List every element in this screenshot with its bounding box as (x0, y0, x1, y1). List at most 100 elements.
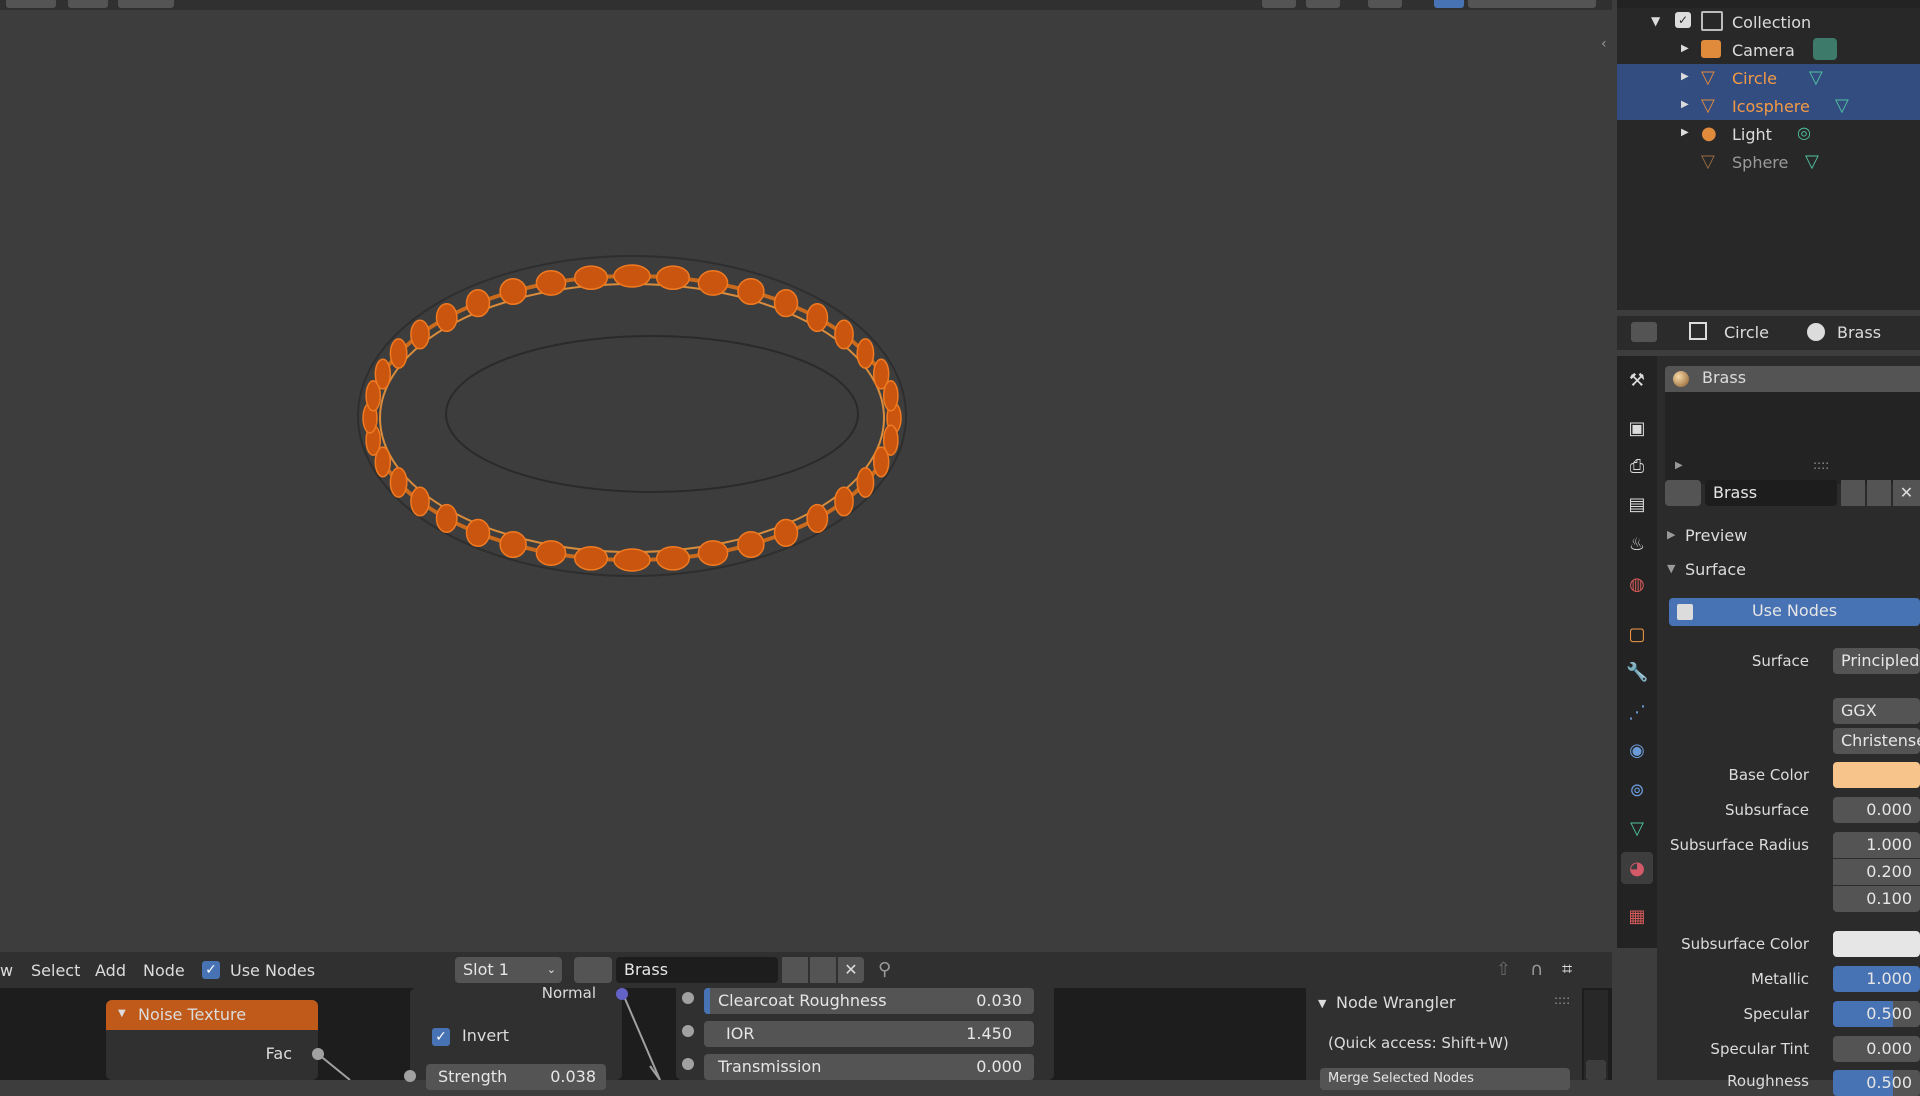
specular-slider[interactable]: 0.500 (1833, 1001, 1920, 1027)
specular-tint-slider[interactable]: 0.000 (1833, 1036, 1920, 1062)
transmission-field[interactable]: Transmission 0.000 (704, 1054, 1034, 1080)
base-color-swatch[interactable] (1833, 762, 1920, 788)
subsurface-field[interactable]: 0.000 (1833, 797, 1920, 823)
transmission-socket[interactable] (682, 1058, 694, 1070)
light-data-icon[interactable]: ◎ (1797, 123, 1811, 142)
menu-select[interactable]: Select (31, 961, 80, 980)
world-tab-icon[interactable]: ◍ (1626, 574, 1648, 596)
texture-tab-icon[interactable]: ▦ (1626, 906, 1648, 928)
view-layer-tab-icon[interactable]: ▤ (1626, 494, 1648, 516)
expand-arrow-icon[interactable]: ▶ (1681, 127, 1689, 138)
sidebar-tabs[interactable] (1584, 990, 1608, 1080)
noise-texture-node[interactable]: ▼ Noise Texture Fac (106, 1000, 318, 1080)
collapse-sidebar-icon[interactable]: ‹ (1601, 36, 1607, 52)
panel-title[interactable]: Node Wrangler (1336, 993, 1456, 1012)
material-tab-icon[interactable]: ◕ (1626, 858, 1648, 880)
fac-output-socket[interactable] (312, 1048, 324, 1060)
material-name-field[interactable]: Brass (616, 957, 778, 983)
subsurface-radius-y-field[interactable]: 0.200 (1833, 859, 1920, 885)
use-nodes-checkbox[interactable]: ✓ (202, 961, 220, 979)
menu-add[interactable]: Add (95, 961, 126, 980)
expand-arrow-icon[interactable]: ▶ (1681, 99, 1689, 110)
use-nodes-button[interactable]: Use Nodes (1669, 598, 1920, 626)
object-tab-icon[interactable]: ▢ (1626, 624, 1648, 646)
browse-material-icon[interactable] (1665, 480, 1701, 506)
snap-element-icon[interactable]: ⌗ (1562, 959, 1572, 980)
resize-grip-icon[interactable]: :::: (1813, 458, 1829, 472)
subsurface-method-dropdown[interactable]: Christensen (1833, 728, 1920, 754)
fake-user-shield-icon[interactable] (782, 957, 808, 983)
scene-tab-icon[interactable]: ♨ (1626, 534, 1648, 556)
particles-tab-icon[interactable]: ⋰ (1626, 702, 1648, 724)
outliner-row-sphere[interactable]: ▽ Sphere ▽ (1617, 148, 1920, 176)
material-name-field[interactable]: Brass (1705, 480, 1837, 506)
mesh-data-icon[interactable]: ▽ (1805, 151, 1819, 172)
parent-node-tree-icon[interactable]: ⇧ (1496, 959, 1511, 980)
subsurface-color-swatch[interactable] (1833, 931, 1920, 957)
distribution-dropdown[interactable]: GGX (1833, 698, 1920, 724)
collapse-arrow-icon[interactable]: ▼ (118, 1008, 126, 1019)
invert-checkbox[interactable]: ✓ (432, 1028, 450, 1046)
sidebar-tab-node-wrangler[interactable] (1586, 1060, 1606, 1080)
constraints-tab-icon[interactable]: ⊚ (1626, 780, 1648, 802)
unlink-material-icon[interactable]: ✕ (1893, 480, 1920, 506)
preview-panel-header[interactable]: Preview (1685, 526, 1747, 545)
expand-arrow-icon[interactable]: ▶ (1681, 71, 1689, 82)
render-tab-icon[interactable]: ▣ (1626, 418, 1648, 440)
expand-arrow-icon[interactable]: ▼ (1318, 997, 1326, 1010)
expand-arrow-icon[interactable]: ▼ (1667, 562, 1675, 575)
surface-panel-header[interactable]: Surface (1685, 560, 1746, 579)
modifier-tab-icon[interactable]: 🔧 (1626, 662, 1648, 684)
strength-field[interactable]: Strength 0.038 (426, 1064, 606, 1090)
clearcoat-roughness-field[interactable]: Clearcoat Roughness 0.030 (704, 988, 1034, 1014)
collapse-arrow-icon[interactable]: ▶ (1667, 528, 1675, 541)
editor-type-icon[interactable] (1631, 322, 1657, 342)
roughness-slider[interactable]: 0.500 (1833, 1070, 1920, 1096)
material-slot-row[interactable]: Brass (1665, 366, 1920, 392)
normal-output-socket[interactable] (616, 988, 628, 1000)
duplicate-material-icon[interactable] (810, 957, 836, 983)
outliner-row-light[interactable]: ▶ ● Light ◎ (1617, 120, 1920, 148)
surface-shader-field[interactable]: Principled B (1833, 648, 1920, 674)
fake-user-shield-icon[interactable] (1841, 480, 1865, 506)
camera-data-icon[interactable] (1813, 38, 1837, 60)
node-editor-canvas[interactable]: ▼ Noise Texture Fac Normal ✓ Invert Stre… (0, 984, 1612, 1090)
outliner-row-circle[interactable]: ▶ ▽ Circle ▽ (1617, 64, 1920, 92)
merge-selected-nodes-menu[interactable]: Merge Selected Nodes (1320, 1068, 1570, 1090)
subsurface-radius-z-field[interactable]: 0.100 (1833, 886, 1920, 912)
pin-icon[interactable]: ⚲ (878, 959, 891, 980)
expand-arrow-icon[interactable]: ▼ (1651, 14, 1660, 28)
ior-field[interactable]: IOR 1.450 (704, 1021, 1034, 1047)
outliner-row-camera[interactable]: ▶ Camera (1617, 36, 1920, 64)
tool-tab-icon[interactable]: ⚒ (1626, 370, 1648, 392)
strength-input-socket[interactable] (404, 1070, 416, 1082)
menu-node[interactable]: Node (143, 961, 185, 980)
light-object-icon: ● (1701, 123, 1717, 144)
physics-tab-icon[interactable]: ◉ (1626, 740, 1648, 762)
expand-arrow-icon[interactable]: ▶ (1675, 460, 1683, 471)
3d-viewport[interactable]: ‹ (0, 0, 1612, 948)
data-tab-icon[interactable]: ▽ (1626, 818, 1648, 840)
specular-label: Specular (1743, 1005, 1809, 1023)
slot-dropdown[interactable]: Slot 1 ⌄ (455, 957, 562, 983)
outliner-row-collection[interactable]: ▼ ✓ Collection (1617, 8, 1920, 36)
browse-material-icon[interactable] (574, 957, 612, 983)
output-tab-icon[interactable]: ⎙ (1626, 456, 1648, 478)
ior-socket[interactable] (682, 1025, 694, 1037)
checkbox-icon[interactable]: ✓ (1675, 12, 1691, 28)
menu-view[interactable]: w (0, 961, 13, 980)
node-header[interactable]: ▼ Noise Texture (106, 1000, 318, 1030)
unlink-material-icon[interactable]: ✕ (838, 957, 864, 983)
subsurface-radius-x-field[interactable]: 1.000 (1833, 832, 1920, 858)
metallic-slider[interactable]: 1.000 (1833, 966, 1920, 992)
drag-grip-icon[interactable]: :::: (1554, 993, 1570, 1007)
outliner-row-icosphere[interactable]: ▶ ▽ Icosphere ▽ (1617, 92, 1920, 120)
snap-magnet-icon[interactable]: ∩ (1530, 959, 1543, 980)
expand-arrow-icon[interactable]: ▶ (1681, 43, 1689, 54)
mesh-data-icon[interactable]: ▽ (1809, 67, 1823, 88)
duplicate-material-icon[interactable] (1867, 480, 1891, 506)
bump-node[interactable]: Normal ✓ Invert Strength 0.038 (410, 984, 622, 1090)
clearcoat-roughness-socket[interactable] (682, 992, 694, 1004)
principled-bsdf-node[interactable]: Clearcoat Roughness 0.030 IOR 1.450 Tran… (676, 984, 1054, 1080)
mesh-data-icon[interactable]: ▽ (1835, 95, 1849, 116)
